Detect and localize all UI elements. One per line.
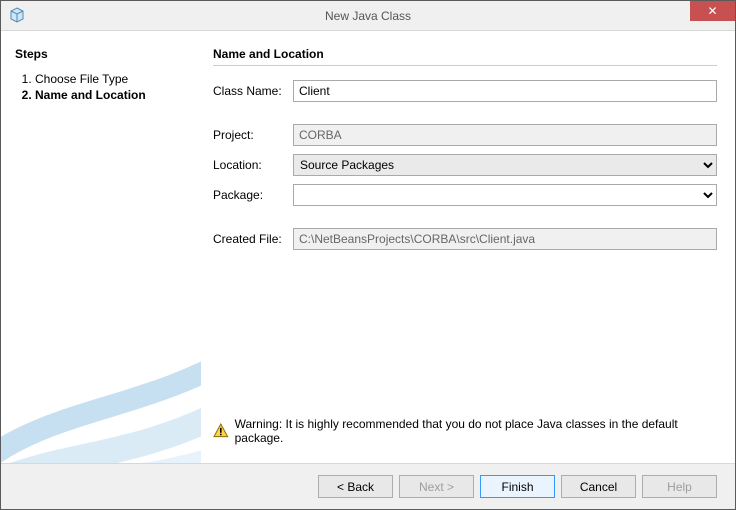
cancel-button[interactable]: Cancel bbox=[561, 475, 636, 498]
section-heading: Name and Location bbox=[213, 47, 717, 61]
warning-row: Warning: It is highly recommended that y… bbox=[213, 411, 717, 455]
project-label: Project: bbox=[213, 128, 293, 142]
close-button[interactable]: ✕ bbox=[690, 1, 735, 21]
step-item-1: Choose File Type bbox=[35, 71, 187, 87]
step-label: Choose File Type bbox=[35, 72, 128, 86]
button-bar: < Back Next > Finish Cancel Help bbox=[1, 463, 735, 509]
close-icon: ✕ bbox=[707, 4, 717, 18]
finish-button[interactable]: Finish bbox=[480, 475, 555, 498]
steps-panel: Steps Choose File Type Name and Location bbox=[1, 31, 201, 463]
decorative-swoosh bbox=[1, 343, 201, 463]
help-button: Help bbox=[642, 475, 717, 498]
warning-text: Warning: It is highly recommended that y… bbox=[235, 417, 717, 445]
package-label: Package: bbox=[213, 188, 293, 202]
divider bbox=[213, 65, 717, 66]
location-label: Location: bbox=[213, 158, 293, 172]
class-name-input[interactable] bbox=[293, 80, 717, 102]
back-button[interactable]: < Back bbox=[318, 475, 393, 498]
created-file-field bbox=[293, 228, 717, 250]
step-item-2: Name and Location bbox=[35, 87, 187, 103]
main-panel: Name and Location Class Name: Project: L… bbox=[201, 31, 735, 463]
steps-heading: Steps bbox=[15, 47, 187, 61]
step-label: Name and Location bbox=[35, 88, 146, 102]
title-bar: New Java Class ✕ bbox=[1, 1, 735, 31]
location-select[interactable]: Source Packages bbox=[293, 154, 717, 176]
project-field bbox=[293, 124, 717, 146]
created-file-label: Created File: bbox=[213, 232, 293, 246]
warning-icon bbox=[213, 423, 229, 439]
app-icon bbox=[9, 7, 25, 23]
package-select[interactable] bbox=[293, 184, 717, 206]
class-name-label: Class Name: bbox=[213, 84, 293, 98]
next-button: Next > bbox=[399, 475, 474, 498]
window-title: New Java Class bbox=[325, 9, 411, 23]
